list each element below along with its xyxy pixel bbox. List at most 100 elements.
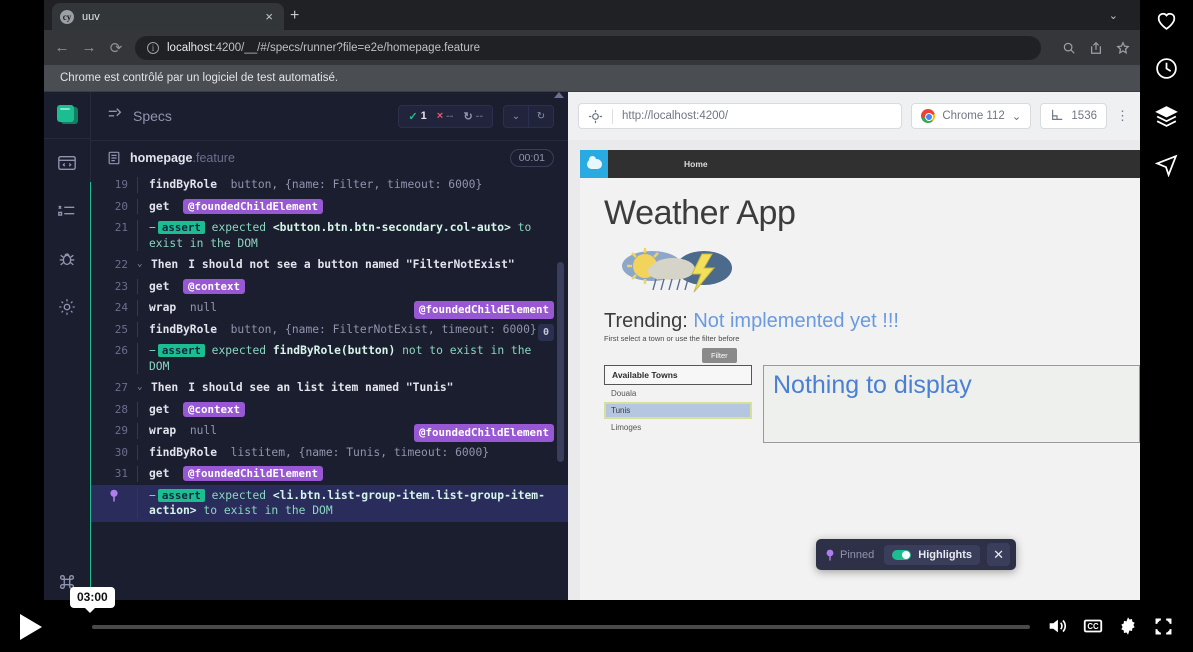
spec-file-row[interactable]: homepage.feature 00:01 — [91, 140, 568, 174]
command-result-count: 0 — [538, 324, 554, 342]
app-navbar: Home — [580, 150, 1140, 178]
cypress-logo-icon[interactable] — [57, 105, 78, 125]
command-number: 22 — [91, 257, 137, 273]
close-icon[interactable]: × — [262, 10, 276, 23]
specs-code-icon — [57, 153, 77, 173]
specs-title[interactable]: Specs — [133, 108, 388, 124]
chevron-down-icon[interactable]: ⌄ — [137, 257, 151, 273]
new-tab-button[interactable]: + — [290, 8, 299, 24]
command-args: button, {name: Filter, timeout: 6000} — [231, 178, 483, 191]
command-row[interactable]: 26−assert expected findByRole(button) no… — [91, 340, 568, 377]
nothing-to-display-text: Nothing to display — [773, 371, 972, 399]
sidebar-item-specs[interactable] — [44, 139, 91, 187]
settings-gear-icon[interactable] — [1113, 611, 1143, 641]
command-alias: @context — [183, 279, 245, 294]
app-under-test-panel: http://localhost:4200/ Chrome 112 ⌄ 1536… — [568, 92, 1140, 612]
send-icon[interactable] — [1152, 149, 1182, 179]
town-list-item-highlighted[interactable]: Tunis — [604, 402, 752, 419]
site-info-icon[interactable]: i — [147, 42, 159, 54]
command-log-scrollbar[interactable] — [557, 92, 564, 612]
omnibox-actions — [1052, 41, 1130, 55]
volume-icon[interactable] — [1042, 611, 1072, 641]
assert-text: expected <button.btn.btn-secondary.col-a… — [149, 221, 531, 250]
scroll-up-arrow[interactable] — [554, 92, 564, 98]
highlights-toggle[interactable]: Highlights — [884, 545, 980, 565]
assert-text: expected <li.btn.list-group-item.list-gr… — [149, 489, 545, 518]
captions-icon[interactable]: CC — [1078, 611, 1108, 641]
gherkin-step-text: I should see an list item named "Tunis" — [188, 381, 453, 394]
command-row[interactable]: 22⌄ThenI should not see a button named "… — [91, 254, 568, 276]
browser-window: cy uuv × + ⌄ ← → ⟳ i localhost:4200/__/#… — [44, 0, 1140, 612]
assert-badge: assert — [158, 221, 205, 234]
command-text: −assert expected <button.btn.btn-seconda… — [137, 220, 554, 251]
command-row[interactable]: 30findByRole listitem, {name: Tunis, tim… — [91, 442, 568, 464]
bookmark-star-icon[interactable] — [1116, 41, 1130, 55]
command-text: findByRole button, {name: FilterNotExist… — [137, 322, 554, 338]
pin-icon[interactable] — [91, 488, 137, 519]
town-list-item[interactable]: Limoges — [604, 419, 752, 436]
toggle-switch-icon[interactable] — [892, 550, 911, 560]
browser-selector[interactable]: Chrome 112 ⌄ — [911, 103, 1031, 129]
command-row[interactable]: 24wrap null@foundedChildElement — [91, 297, 568, 319]
command-list[interactable]: 19findByRole button, {name: Filter, time… — [91, 174, 568, 612]
sidebar-item-debug[interactable] — [44, 235, 91, 283]
video-player-controls: CC — [0, 600, 1193, 652]
chevron-down-icon[interactable]: ⌄ — [1109, 9, 1118, 22]
command-row[interactable]: 27⌄Then I should see an list item named "… — [91, 377, 568, 399]
time-tooltip: 03:00 — [70, 587, 115, 608]
command-row[interactable]: 29wrap null@foundedChildElement — [91, 420, 568, 442]
command-args: null — [190, 424, 217, 437]
command-number: 28 — [91, 402, 137, 418]
reload-icon[interactable]: ⟳ — [108, 39, 124, 57]
scrollbar-thumb[interactable] — [557, 262, 564, 462]
pinned-indicator[interactable]: Pinned — [822, 549, 877, 561]
app-logo-icon[interactable] — [580, 150, 608, 178]
viewport-selector[interactable]: 1536 — [1040, 103, 1107, 129]
command-row[interactable]: 20get @foundedChildElement — [91, 196, 568, 218]
command-row[interactable]: 28get @context — [91, 399, 568, 421]
tab-title: uuv — [82, 11, 254, 23]
command-row[interactable]: 19findByRole button, {name: Filter, time… — [91, 174, 568, 196]
progress-scrubber[interactable] — [92, 625, 1030, 629]
command-row[interactable]: 23get @context — [91, 276, 568, 298]
collapse-all-button[interactable]: ⌄ — [504, 106, 528, 127]
clock-icon[interactable] — [1152, 53, 1182, 83]
sidebar-item-settings[interactable] — [44, 283, 91, 331]
town-list-item[interactable]: Douala — [604, 385, 752, 402]
stat-failed-value: -- — [446, 110, 453, 122]
back-icon[interactable]: ← — [54, 39, 70, 56]
chevron-down-icon[interactable]: ⌄ — [137, 380, 151, 396]
app-subtitle: First select a town or use the filter be… — [604, 334, 1140, 343]
gherkin-keyword: Then — [151, 381, 178, 394]
command-row-pinned[interactable]: −assert expected <li.btn.list-group-item… — [91, 485, 568, 522]
aut-more-options-icon[interactable]: ⋮ — [1116, 108, 1130, 124]
command-row[interactable]: 25findByRole button, {name: FilterNotExi… — [91, 319, 568, 341]
browser-navbar: ← → ⟳ i localhost:4200/__/#/specs/runner… — [44, 30, 1140, 65]
restart-button[interactable]: ↻ — [529, 106, 553, 127]
play-button[interactable] — [20, 614, 42, 640]
layers-icon[interactable] — [1152, 101, 1182, 131]
command-row[interactable]: 31get @foundedChildElement — [91, 463, 568, 485]
nav-link-home[interactable]: Home — [684, 159, 708, 169]
stat-pending: ↻ -- — [463, 110, 483, 123]
aut-header: http://localhost:4200/ Chrome 112 ⌄ 1536… — [568, 92, 1140, 140]
automation-notice-text: Chrome est contrôlé par un logiciel de t… — [60, 72, 338, 84]
assert-badge: assert — [158, 489, 205, 502]
aut-url-bar[interactable]: http://localhost:4200/ — [578, 103, 902, 129]
command-number: 27 — [91, 380, 137, 396]
selector-playground-icon[interactable] — [588, 109, 603, 124]
chevron-down-icon: ⌄ — [1012, 109, 1022, 123]
browser-tab[interactable]: cy uuv × — [52, 3, 284, 30]
command-row[interactable]: 21−assert expected <button.btn.btn-secon… — [91, 217, 568, 254]
heart-icon[interactable] — [1152, 5, 1182, 35]
filter-button[interactable]: Filter — [702, 348, 737, 363]
fullscreen-icon[interactable] — [1148, 611, 1178, 641]
forward-icon[interactable]: → — [81, 39, 97, 56]
sidebar-item-runs[interactable] — [44, 187, 91, 235]
command-method: get — [149, 280, 169, 293]
command-text: findByRole button, {name: Filter, timeou… — [137, 177, 554, 193]
share-icon[interactable] — [1089, 41, 1103, 55]
address-bar[interactable]: i localhost:4200/__/#/specs/runner?file=… — [135, 36, 1041, 60]
search-icon[interactable] — [1062, 41, 1076, 55]
close-icon[interactable]: ✕ — [987, 543, 1010, 566]
